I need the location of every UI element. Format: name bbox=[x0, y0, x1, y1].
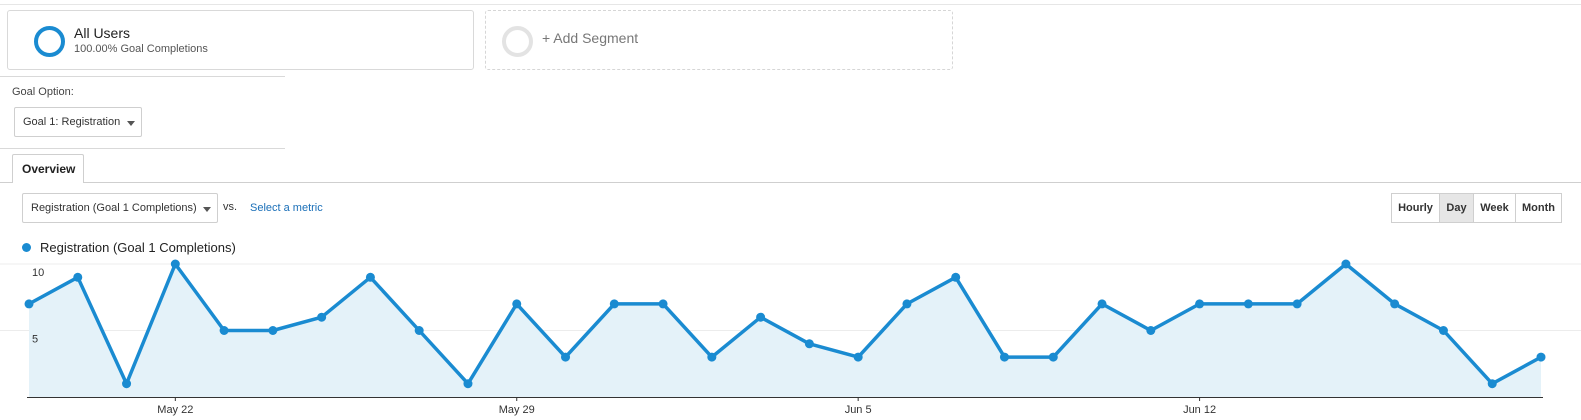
data-point[interactable] bbox=[1390, 299, 1400, 309]
granularity-week-button[interactable]: Week bbox=[1473, 193, 1516, 223]
segment-all-users[interactable]: All Users 100.00% Goal Completions bbox=[7, 10, 474, 70]
tab-overview[interactable]: Overview bbox=[12, 154, 84, 183]
data-point[interactable] bbox=[609, 299, 619, 309]
data-point[interactable] bbox=[1243, 299, 1253, 309]
goal-option-select[interactable]: Goal 1: Registration bbox=[14, 107, 142, 137]
section-divider bbox=[0, 76, 285, 77]
data-point[interactable] bbox=[561, 352, 571, 362]
data-point[interactable] bbox=[317, 312, 327, 322]
data-point[interactable] bbox=[1146, 326, 1156, 335]
data-point[interactable] bbox=[658, 299, 668, 309]
data-point[interactable] bbox=[1536, 352, 1546, 362]
line-chart: 10 5 May 22 May 29 Jun 5 Jun 12 bbox=[0, 259, 1581, 416]
x-tick-label: Jun 5 bbox=[845, 404, 872, 416]
segment-title: All Users bbox=[74, 25, 131, 41]
data-point[interactable] bbox=[1438, 326, 1448, 335]
granularity-day-button[interactable]: Day bbox=[1439, 193, 1474, 223]
data-point[interactable] bbox=[756, 312, 766, 322]
tab-label: Overview bbox=[22, 162, 76, 176]
data-point[interactable] bbox=[1195, 299, 1205, 309]
goal-option-value: Goal 1: Registration bbox=[23, 116, 121, 128]
add-segment-button[interactable]: + Add Segment bbox=[485, 10, 953, 70]
data-point[interactable] bbox=[122, 379, 132, 389]
data-point[interactable] bbox=[902, 299, 912, 309]
chevron-down-icon bbox=[203, 207, 211, 212]
data-point[interactable] bbox=[853, 352, 863, 362]
x-tick-label: May 29 bbox=[499, 404, 535, 416]
data-point[interactable] bbox=[365, 272, 375, 282]
segment-ring-icon bbox=[34, 26, 65, 57]
data-point[interactable] bbox=[1048, 352, 1058, 362]
data-point[interactable] bbox=[999, 352, 1009, 362]
metric-select[interactable]: Registration (Goal 1 Completions) bbox=[22, 193, 218, 223]
x-tick-label: Jun 12 bbox=[1183, 404, 1216, 416]
data-point[interactable] bbox=[73, 272, 83, 282]
granularity-month-button[interactable]: Month bbox=[1515, 193, 1562, 223]
data-point[interactable] bbox=[1292, 299, 1302, 309]
segment-subtitle: 100.00% Goal Completions bbox=[74, 43, 208, 55]
metric-select-value: Registration (Goal 1 Completions) bbox=[31, 202, 197, 214]
tab-divider-gap bbox=[13, 182, 83, 183]
granularity-hourly-button[interactable]: Hourly bbox=[1391, 193, 1440, 223]
data-point[interactable] bbox=[1341, 259, 1351, 269]
data-point[interactable] bbox=[512, 299, 522, 309]
data-point[interactable] bbox=[1487, 379, 1497, 389]
legend-dot-icon bbox=[22, 243, 31, 252]
top-divider bbox=[0, 4, 1581, 5]
y-tick-label: 10 bbox=[32, 267, 44, 279]
data-point[interactable] bbox=[219, 326, 229, 335]
legend-label: Registration (Goal 1 Completions) bbox=[40, 240, 236, 255]
data-point[interactable] bbox=[24, 299, 34, 309]
data-point[interactable] bbox=[463, 379, 473, 389]
granularity-toggle: Hourly Day Week Month bbox=[1391, 193, 1562, 223]
data-point[interactable] bbox=[268, 326, 278, 335]
data-point[interactable] bbox=[414, 326, 424, 335]
add-segment-label: + Add Segment bbox=[542, 30, 639, 46]
data-point[interactable] bbox=[804, 339, 814, 349]
x-tick-label: May 22 bbox=[157, 404, 193, 416]
data-point[interactable] bbox=[951, 272, 961, 282]
vs-label: vs. bbox=[223, 201, 238, 213]
empty-segment-ring-icon bbox=[502, 26, 533, 57]
data-point[interactable] bbox=[170, 259, 180, 269]
goal-option-label: Goal Option: bbox=[12, 86, 74, 98]
tab-divider bbox=[0, 182, 1581, 183]
data-point[interactable] bbox=[707, 352, 717, 362]
section-divider bbox=[0, 148, 285, 149]
y-tick-label: 5 bbox=[32, 334, 38, 346]
select-metric-link[interactable]: Select a metric bbox=[250, 202, 323, 214]
data-point[interactable] bbox=[1097, 299, 1107, 309]
chevron-down-icon bbox=[127, 121, 135, 126]
